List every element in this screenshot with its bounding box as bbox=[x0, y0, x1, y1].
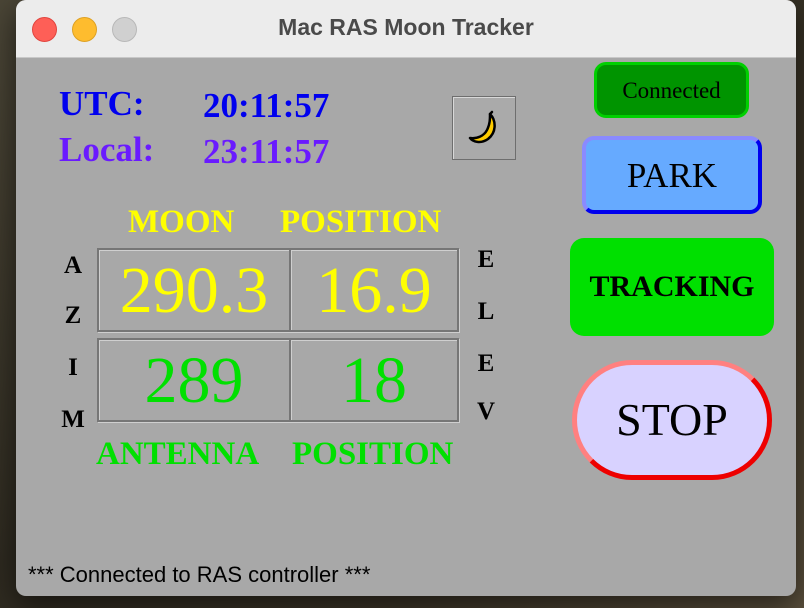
window-title: Mac RAS Moon Tracker bbox=[278, 14, 534, 40]
moon-position-title-1: MOON bbox=[128, 204, 235, 240]
stop-button[interactable]: STOP bbox=[572, 360, 772, 480]
tracking-button[interactable]: TRACKING bbox=[570, 238, 774, 336]
antenna-position-title-2: POSITION bbox=[292, 436, 454, 472]
elev-letter-v: V bbox=[476, 398, 496, 425]
connection-status-badge: Connected bbox=[594, 62, 749, 118]
elev-letter-e: E bbox=[477, 246, 495, 273]
title-bar[interactable]: Mac RAS Moon Tracker bbox=[16, 0, 796, 58]
local-time: 23:11:57 bbox=[203, 132, 330, 171]
azim-letter-a: A bbox=[63, 252, 83, 279]
antenna-azimuth-value: 289 bbox=[144, 344, 244, 417]
app-window: Mac RAS Moon Tracker UTC: 20:11:57 Local… bbox=[16, 0, 796, 596]
antenna-elevation-value: 18 bbox=[341, 344, 407, 417]
elev-letter-e2: E bbox=[477, 350, 495, 377]
moon-icon bbox=[468, 110, 496, 144]
local-label: Local: bbox=[59, 130, 155, 169]
moon-elevation-cell: 16.9 bbox=[289, 248, 459, 332]
status-message: *** Connected to RAS controller *** bbox=[28, 562, 371, 587]
park-button[interactable]: PARK bbox=[582, 136, 762, 214]
elev-letter-l: L bbox=[477, 298, 495, 325]
utc-label: UTC: bbox=[59, 84, 145, 123]
azim-letter-m: M bbox=[61, 406, 85, 433]
utc-time: 20:11:57 bbox=[203, 86, 330, 125]
moon-elevation-value: 16.9 bbox=[316, 254, 432, 327]
moon-azimuth-value: 290.3 bbox=[119, 254, 269, 327]
azim-letter-i: I bbox=[68, 354, 78, 381]
moon-button[interactable] bbox=[452, 96, 516, 160]
antenna-elevation-cell: 18 bbox=[289, 338, 459, 422]
antenna-position-title-1: ANTENNA bbox=[96, 436, 260, 472]
azim-letter-z: Z bbox=[64, 302, 82, 329]
moon-position-title-2: POSITION bbox=[280, 204, 442, 240]
antenna-azimuth-cell: 289 bbox=[97, 338, 291, 422]
moon-azimuth-cell: 290.3 bbox=[97, 248, 291, 332]
